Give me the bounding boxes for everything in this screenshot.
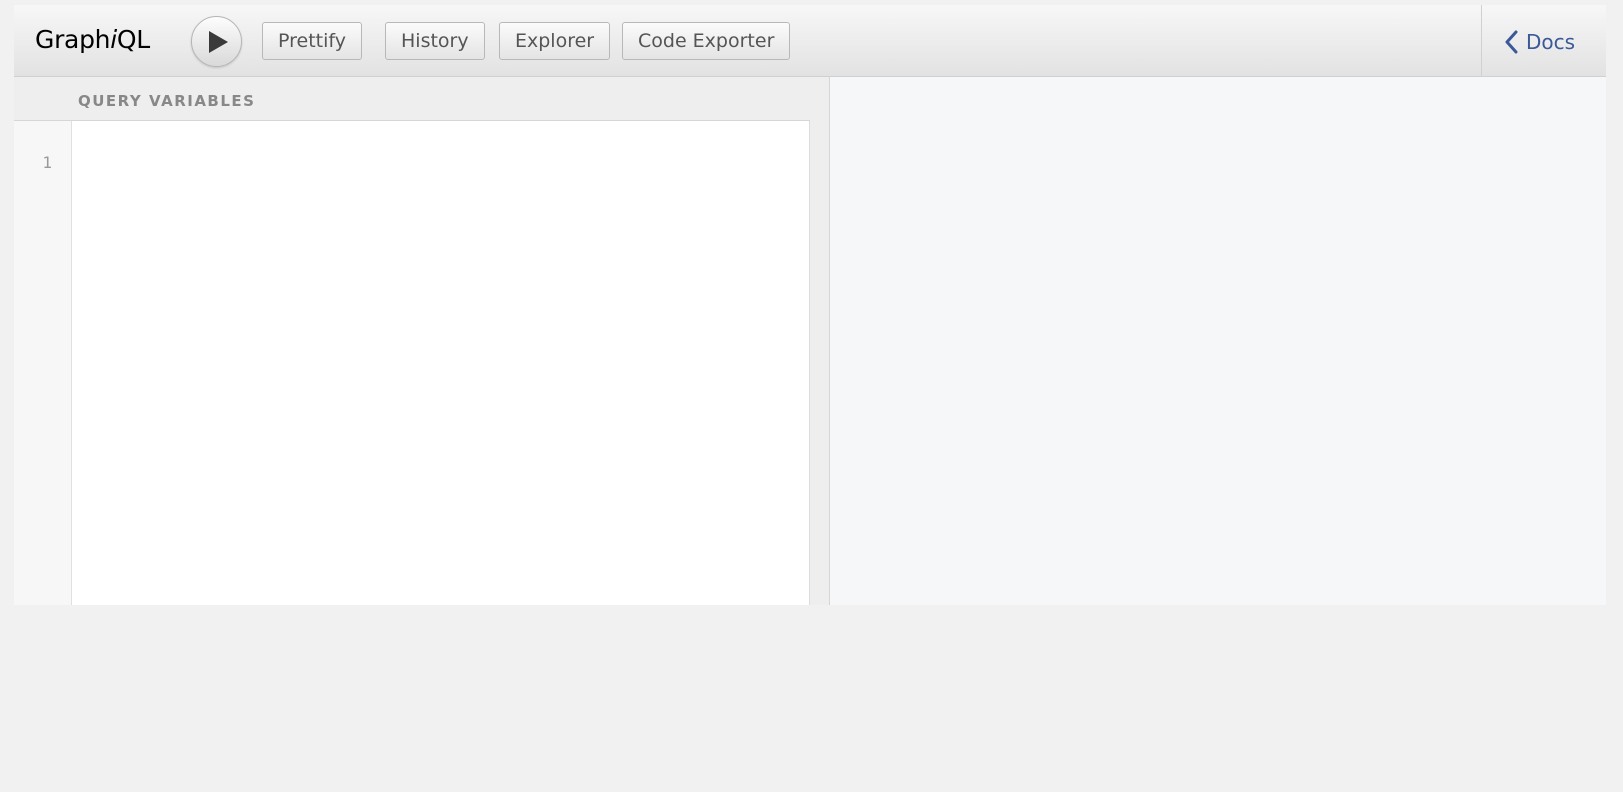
docs-area: Docs xyxy=(1481,5,1606,77)
query-variables-title: QUERY VARIABLES xyxy=(78,92,256,110)
chevron-left-icon xyxy=(1505,30,1518,54)
graphiql-app: GraphiQL Prettify History Explorer Code … xyxy=(14,5,1606,605)
explorer-button[interactable]: Explorer xyxy=(499,22,611,60)
execute-query-button[interactable] xyxy=(191,16,242,67)
play-icon xyxy=(209,31,228,53)
logo-italic: i xyxy=(110,25,117,54)
pane-resize-handle[interactable] xyxy=(810,77,830,605)
line-number-gutter: 1 xyxy=(14,121,72,605)
history-button[interactable]: History xyxy=(385,22,485,60)
logo-prefix: Graph xyxy=(35,25,111,54)
graphiql-logo: GraphiQL xyxy=(35,25,150,54)
code-exporter-button[interactable]: Code Exporter xyxy=(622,22,791,60)
query-variables-editor[interactable] xyxy=(72,121,810,605)
query-variables-pane: QUERY VARIABLES 1 xyxy=(14,77,810,605)
query-variables-header[interactable]: QUERY VARIABLES xyxy=(14,77,810,121)
docs-button[interactable]: Docs xyxy=(1504,27,1575,57)
docs-label: Docs xyxy=(1526,30,1576,54)
line-number: 1 xyxy=(42,153,52,172)
toolbar: GraphiQL Prettify History Explorer Code … xyxy=(14,5,1606,77)
logo-suffix: QL xyxy=(116,25,150,54)
result-pane xyxy=(830,77,1606,605)
prettify-button[interactable]: Prettify xyxy=(262,22,362,60)
